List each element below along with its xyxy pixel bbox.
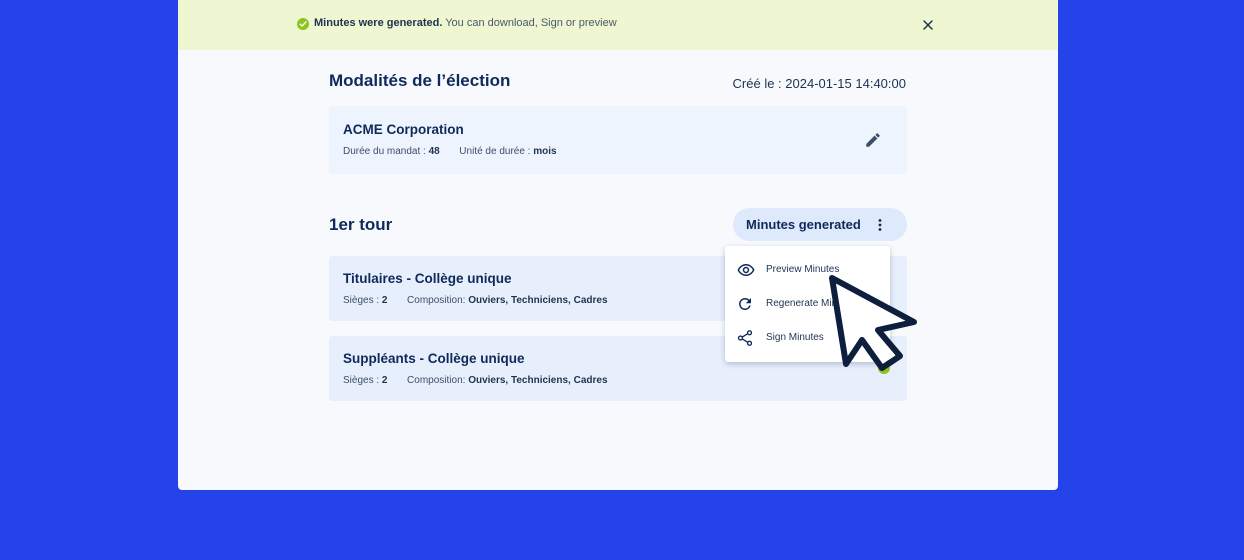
unit-label: Unité de durée : (459, 146, 531, 157)
mouse-pointer-icon (829, 275, 917, 371)
seats-value: 2 (381, 295, 388, 306)
composition-value: Ouviers, Techniciens, Cadres (468, 295, 608, 306)
refresh-icon (739, 298, 751, 310)
company-meta: Durée du mandat : 48 Unité de durée : mo… (343, 146, 557, 157)
unit-value: mois (533, 146, 557, 157)
seats-value: 2 (381, 375, 388, 386)
election-card: Minutes were generated. You can download… (178, 0, 1058, 490)
mandate-value: 48 (428, 146, 440, 157)
check-circle-icon (297, 18, 309, 30)
banner-message-text: You can download, Sign or preview (442, 17, 617, 29)
composition-label: Composition: (407, 295, 466, 306)
college-meta: Sièges : 2 Composition: Ouviers, Technic… (343, 295, 608, 306)
college-title: Suppléants - Collège unique (343, 351, 525, 366)
close-icon[interactable] (922, 18, 934, 30)
share-icon (737, 330, 753, 346)
page-title: Modalités de l’élection (329, 71, 511, 90)
success-banner: Minutes were generated. You can download… (178, 0, 1058, 50)
kebab-menu-icon[interactable] (877, 218, 883, 232)
menu-item-label: Sign Minutes (766, 332, 824, 343)
round-title: 1er tour (329, 215, 393, 234)
seats-label: Sièges : (343, 295, 380, 306)
minutes-status-label: Minutes generated (746, 217, 861, 232)
college-title: Titulaires - Collège unique (343, 271, 512, 286)
company-panel: ACME Corporation Durée du mandat : 48 Un… (329, 106, 907, 174)
composition-label: Composition: (407, 375, 466, 386)
minutes-status-button[interactable]: Minutes generated (733, 208, 907, 241)
eye-icon (737, 263, 755, 277)
banner-message-bold: Minutes were generated. (314, 17, 443, 29)
mandate-label: Durée du mandat : (343, 146, 426, 157)
company-name: ACME Corporation (343, 122, 464, 137)
seats-label: Sièges : (343, 375, 380, 386)
banner-message: Minutes were generated. You can download… (314, 17, 617, 29)
college-meta: Sièges : 2 Composition: Ouviers, Technic… (343, 375, 608, 386)
pencil-icon[interactable] (864, 131, 882, 149)
created-date: Créé le : 2024-01-15 14:40:00 (732, 76, 906, 91)
composition-value: Ouviers, Techniciens, Cadres (468, 375, 608, 386)
